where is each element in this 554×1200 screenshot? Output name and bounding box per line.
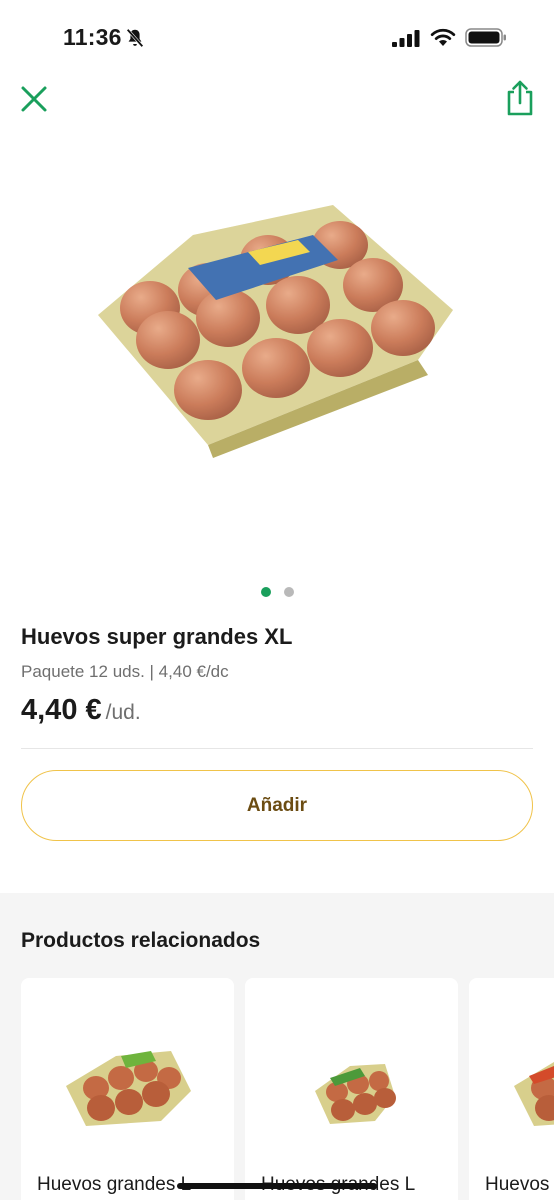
- battery-icon: [465, 28, 506, 47]
- bell-off-icon: [126, 28, 144, 48]
- related-product-image: [66, 1051, 191, 1126]
- pager-dot[interactable]: [283, 587, 294, 597]
- price-row: 4,40 € /ud.: [21, 694, 141, 727]
- divider: [21, 748, 533, 749]
- product-image[interactable]: [88, 190, 498, 460]
- related-product-card[interactable]: Huevos grandes L: [21, 978, 234, 1200]
- price-unit: /ud.: [105, 701, 141, 724]
- product-subtitle: Paquete 12 uds. | 4,40 €/dc: [21, 662, 229, 681]
- wifi-icon: [430, 28, 456, 46]
- related-products-section: Productos relacionados Huevos grandes L …: [0, 893, 554, 1200]
- status-time: 11:36: [63, 24, 122, 50]
- share-icon[interactable]: [503, 79, 537, 117]
- related-product-card[interactable]: Huevos grandes L: [245, 978, 458, 1200]
- product-price: 4,40 €: [21, 694, 102, 726]
- status-bar: 11:36: [0, 0, 554, 76]
- related-product-image: [315, 1064, 396, 1124]
- home-indicator: [177, 1183, 377, 1189]
- related-product-name: Huevos: [485, 1174, 550, 1195]
- related-products-title: Productos relacionados: [21, 929, 261, 952]
- image-pager: [0, 587, 554, 597]
- pager-dot-active[interactable]: [260, 587, 271, 597]
- add-button-label: Añadir: [246, 794, 308, 816]
- close-icon[interactable]: [17, 82, 51, 116]
- cellular-signal-icon: [392, 30, 420, 47]
- product-title: Huevos super grandes XL: [21, 624, 293, 649]
- related-product-image: [514, 1062, 554, 1126]
- related-product-name: Huevos grandes L: [37, 1174, 192, 1195]
- add-to-cart-button[interactable]: Añadir: [21, 770, 533, 841]
- related-product-card[interactable]: Huevos: [469, 978, 554, 1200]
